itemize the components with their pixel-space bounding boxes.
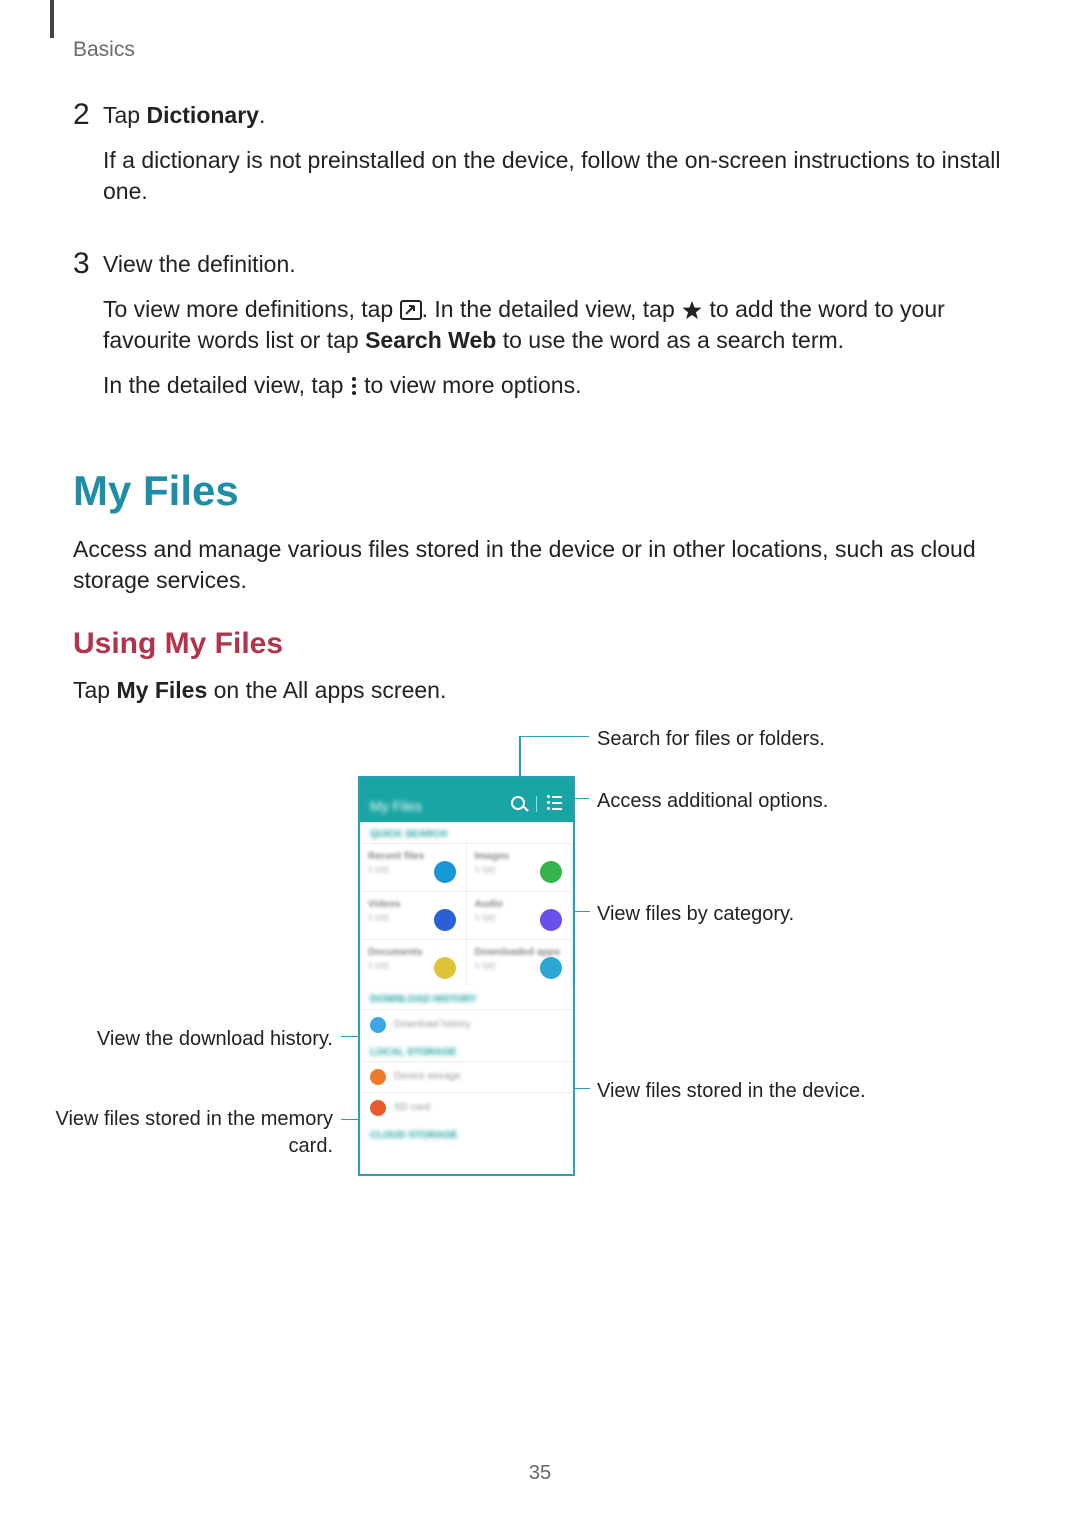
cat-downloaded[interactable]: Downloaded apps0 MB xyxy=(467,939,574,987)
label: Download history xyxy=(394,1018,471,1032)
text: Tap xyxy=(103,102,146,128)
text: To view more definitions, tap xyxy=(103,296,400,322)
step3-line3: In the detailed view, tap to view more o… xyxy=(103,370,1013,401)
header-rule xyxy=(50,0,54,38)
diagram-my-files: Search for files or folders. Access addi… xyxy=(73,736,1013,1206)
cat-videos[interactable]: Videos0 MB xyxy=(360,891,467,939)
callout-category: View files by category. xyxy=(597,901,794,928)
step-body: View the definition. To view more defini… xyxy=(103,249,1013,415)
search-icon[interactable] xyxy=(511,796,525,810)
cat-documents[interactable]: Documents0 MB xyxy=(360,939,467,987)
callout-download: View the download history. xyxy=(73,1026,333,1053)
phone-section-download: DOWNLOAD HISTORY xyxy=(360,987,573,1009)
step-3: 3 View the definition. To view more defi… xyxy=(73,249,1013,415)
phone-header: My Files xyxy=(360,778,573,822)
text: on the All apps screen. xyxy=(207,677,446,703)
phone-section-local: LOCAL STORAGE xyxy=(360,1040,573,1062)
download-icon xyxy=(370,1017,386,1033)
clock-icon xyxy=(434,861,456,883)
label: SD card xyxy=(394,1101,430,1115)
expand-icon xyxy=(400,300,422,320)
phone-section-cloud: CLOUD STORAGE xyxy=(360,1123,573,1145)
cat-audio[interactable]: Audio0 MB xyxy=(467,891,574,939)
step-number: 3 xyxy=(73,249,103,415)
star-icon xyxy=(681,300,703,320)
text: to view more options. xyxy=(358,372,582,398)
phone-screenshot: My Files QUICK SEARCH Recent files0 MB I… xyxy=(358,776,575,1176)
apps-icon xyxy=(540,957,562,979)
audio-icon xyxy=(540,909,562,931)
using-line: Tap My Files on the All apps screen. xyxy=(73,675,1013,706)
row-device-storage[interactable]: Device storage xyxy=(360,1061,573,1092)
document-icon xyxy=(434,957,456,979)
phone-title: My Files xyxy=(370,797,422,816)
more-icon[interactable] xyxy=(547,796,561,810)
sdcard-icon xyxy=(370,1100,386,1116)
bold: Search Web xyxy=(365,327,496,353)
lead-line xyxy=(519,736,589,738)
row-sd-card[interactable]: SD card xyxy=(360,1092,573,1123)
phone-section-quick: QUICK SEARCH xyxy=(360,822,573,844)
cat-images[interactable]: Images0 MB xyxy=(467,843,574,891)
section-name: Basics xyxy=(73,36,135,64)
row-download-history[interactable]: Download history xyxy=(360,1009,573,1040)
callout-device: View files stored in the device. xyxy=(597,1078,866,1105)
step-number: 2 xyxy=(73,100,103,221)
more-vert-icon xyxy=(350,376,358,396)
device-icon xyxy=(370,1069,386,1085)
text: . xyxy=(259,102,265,128)
image-icon xyxy=(540,861,562,883)
text: to use the word as a search term. xyxy=(496,327,844,353)
callout-sdcard: View files stored in the memory card. xyxy=(53,1106,333,1160)
step2-line1: Tap Dictionary. xyxy=(103,100,1013,131)
video-icon xyxy=(434,909,456,931)
text: . In the detailed view, tap xyxy=(422,296,682,322)
text: Tap xyxy=(73,677,116,703)
callout-more: Access additional options. xyxy=(597,788,828,815)
icon-row xyxy=(547,806,562,812)
bold: My Files xyxy=(116,677,207,703)
text: In the detailed view, tap xyxy=(103,372,350,398)
callout-search: Search for files or folders. xyxy=(597,726,825,753)
myfiles-intro: Access and manage various files stored i… xyxy=(73,534,1013,596)
label: Device storage xyxy=(394,1070,461,1084)
step2-line2: If a dictionary is not preinstalled on t… xyxy=(103,145,1013,207)
bold: Dictionary xyxy=(146,102,258,128)
divider xyxy=(536,796,537,812)
phone-category-grid: Recent files0 MB Images0 MB Videos0 MB A… xyxy=(360,843,573,987)
heading-my-files: My Files xyxy=(73,463,1013,520)
heading-using-my-files: Using My Files xyxy=(73,624,1013,665)
page-content: 2 Tap Dictionary. If a dictionary is not… xyxy=(73,100,1013,1206)
step3-line1: View the definition. xyxy=(103,249,1013,280)
cat-recent[interactable]: Recent files0 MB xyxy=(360,843,467,891)
page-number: 35 xyxy=(0,1460,1080,1487)
step3-line2: To view more definitions, tap . In the d… xyxy=(103,294,1013,356)
step-body: Tap Dictionary. If a dictionary is not p… xyxy=(103,100,1013,221)
step-2: 2 Tap Dictionary. If a dictionary is not… xyxy=(73,100,1013,221)
